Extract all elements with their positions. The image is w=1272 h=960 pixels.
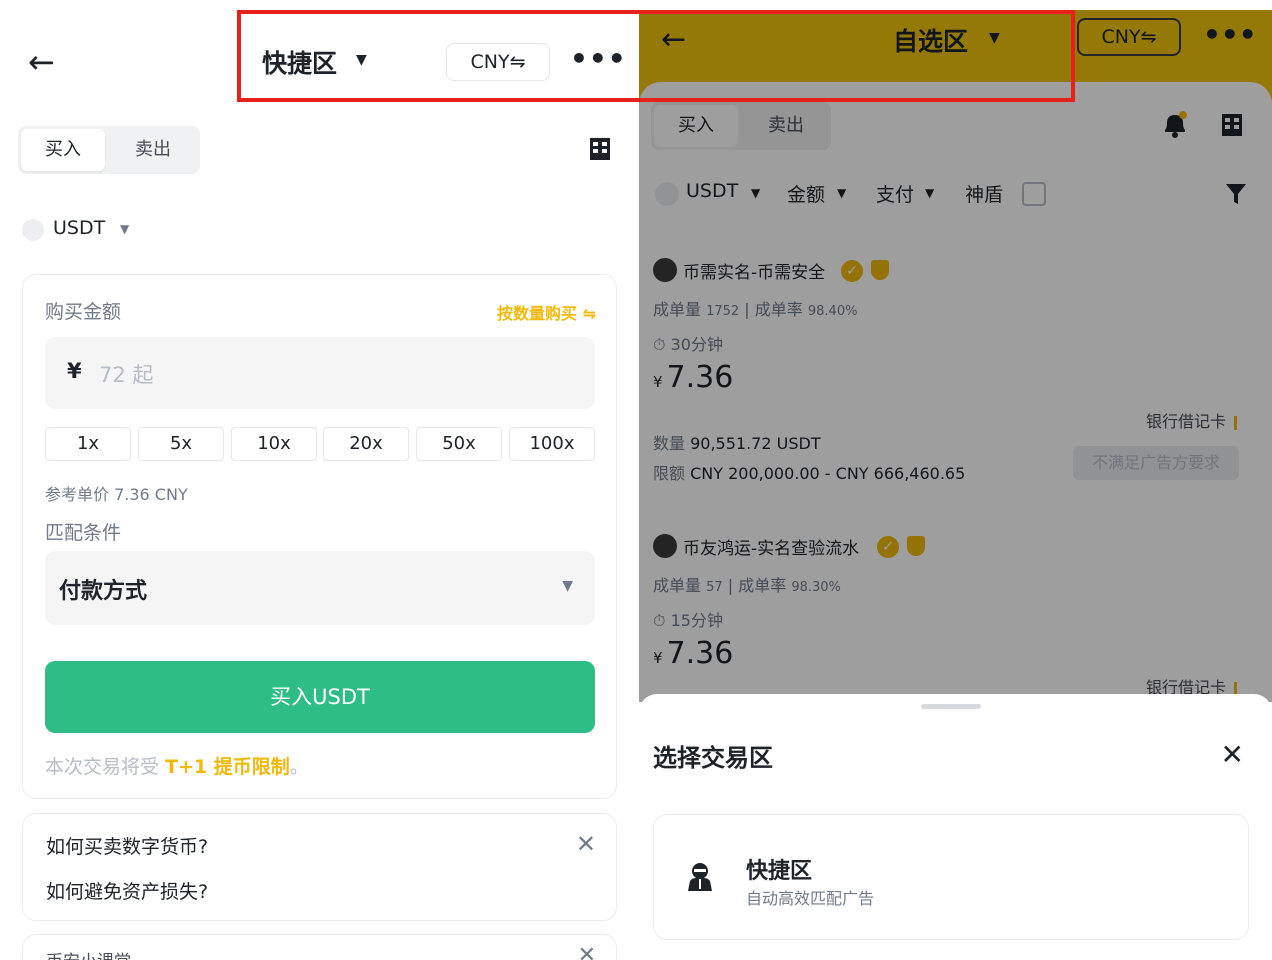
zone-option-subtitle: 自动高效匹配广告	[746, 889, 875, 908]
orders-icon[interactable]	[588, 136, 612, 162]
buy-form-card: 购买金额 按数量购买 ⇋ ¥ 72 起 1x 5x 10x 20x 50x 10…	[22, 274, 617, 799]
amount-input[interactable]: ¥ 72 起	[45, 337, 595, 409]
tab-buy[interactable]: 买入	[21, 129, 105, 171]
faq-question-1[interactable]: 如何买卖数字货币?	[46, 832, 208, 859]
faq-card: 如何买卖数字货币? 如何避免资产损失? ✕	[22, 813, 617, 921]
robot-agent-icon	[688, 863, 712, 891]
faq-question-2[interactable]: 如何避免资产损失?	[46, 877, 208, 904]
payment-method-label: 付款方式	[59, 579, 148, 604]
zone-option-quick[interactable]: 快捷区 自动高效匹配广告	[653, 814, 1249, 940]
coin-icon	[22, 219, 44, 241]
close-icon[interactable]: ✕	[578, 943, 596, 960]
multiplier-50x-button[interactable]: 50x	[416, 427, 502, 461]
custom-zone-screen: ← 自选区 ▼ CNY⇋ ••• 买入 卖出 USDT ▼ 金额 ▼ 支付 ▼ …	[639, 10, 1272, 960]
buy-sell-toggle: 买入 卖出	[18, 126, 200, 174]
quick-zone-screen: ← 快捷区 ▼ CNY⇋ ••• 买入 卖出 USDT ▼ 购买金额 按数量购买…	[0, 0, 639, 960]
withdrawal-notice: 本次交易将受 T+1 提币限制。	[45, 756, 309, 778]
asset-name: USDT	[53, 217, 106, 239]
zone-select-sheet: 选择交易区 ✕ 快捷区 自动高效匹配广告	[639, 694, 1272, 960]
amount-placeholder: 72 起	[99, 363, 154, 387]
close-icon[interactable]: ✕	[576, 830, 596, 858]
reference-price: 参考单价 7.36 CNY	[45, 485, 188, 504]
amount-label: 购买金额	[45, 301, 122, 323]
caret-down-icon: ▼	[120, 222, 130, 236]
multiplier-5x-button[interactable]: 5x	[138, 427, 224, 461]
match-conditions-label: 匹配条件	[45, 522, 122, 544]
caret-down-icon: ▼	[562, 578, 573, 594]
switch-to-quantity-link[interactable]: 按数量购买 ⇋	[497, 300, 596, 324]
academy-title[interactable]: 币安小课堂	[46, 947, 131, 960]
close-icon[interactable]: ✕	[1221, 738, 1244, 771]
caret-down-icon[interactable]: ▼	[356, 52, 367, 68]
buy-usdt-button[interactable]: 买入USDT	[45, 661, 595, 733]
multiplier-100x-button[interactable]: 100x	[509, 427, 595, 461]
zone-option-title: 快捷区	[746, 859, 813, 884]
t1-limit-link[interactable]: T+1 提币限制	[165, 756, 290, 778]
multiplier-20x-button[interactable]: 20x	[323, 427, 409, 461]
currency-switch-button[interactable]: CNY⇋	[446, 43, 550, 81]
sheet-title: 选择交易区	[653, 744, 773, 772]
zone-title[interactable]: 快捷区	[262, 44, 337, 80]
academy-card: 币安小课堂 ✕	[22, 934, 617, 960]
multiplier-buttons: 1x 5x 10x 20x 50x 100x	[45, 427, 595, 461]
back-arrow-icon[interactable]: ←	[28, 44, 64, 80]
multiplier-1x-button[interactable]: 1x	[45, 427, 131, 461]
currency-symbol: ¥	[67, 359, 82, 383]
more-dots-icon[interactable]: •••	[570, 44, 627, 74]
modal-overlay[interactable]	[639, 10, 1272, 702]
payment-method-select[interactable]: 付款方式 ▼	[45, 551, 595, 625]
multiplier-10x-button[interactable]: 10x	[231, 427, 317, 461]
tab-sell[interactable]: 卖出	[110, 129, 196, 171]
sheet-handle[interactable]	[921, 704, 981, 709]
